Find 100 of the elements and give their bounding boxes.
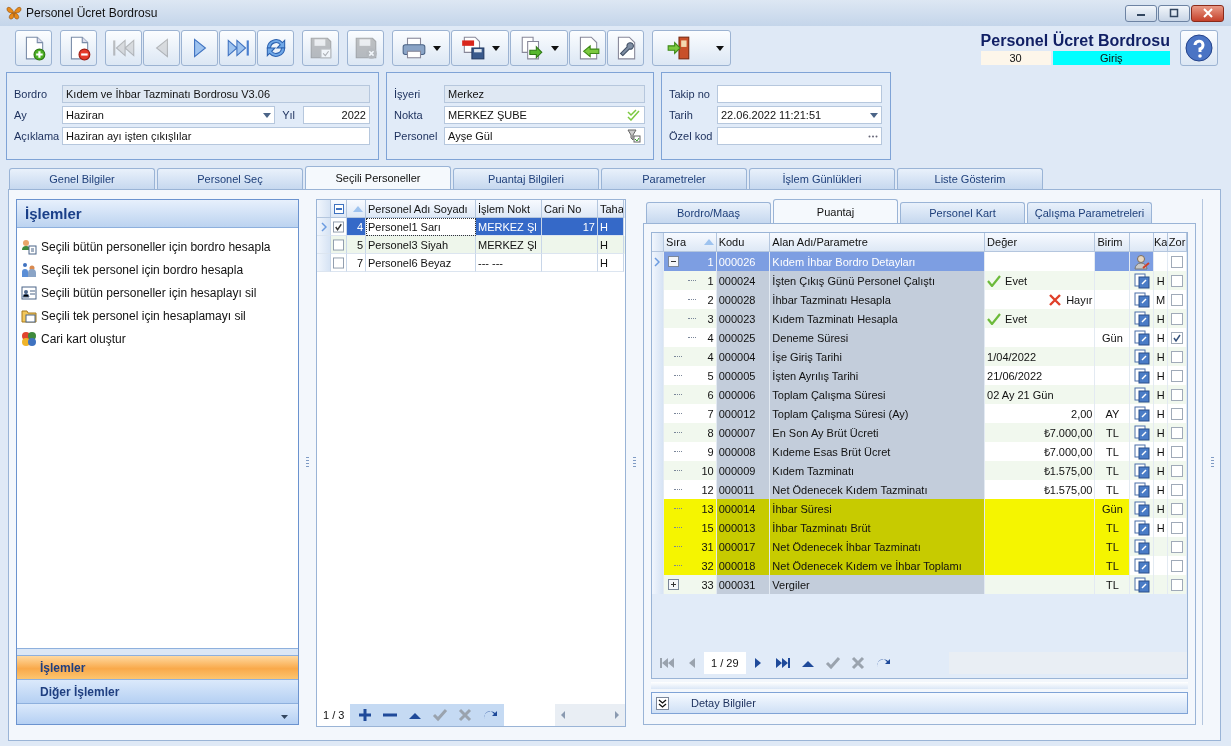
document-link-icon[interactable]: [1133, 348, 1150, 365]
tab[interactable]: Bordro/Maaş: [646, 202, 771, 223]
checkbox[interactable]: [1171, 483, 1184, 496]
checkbox[interactable]: [1171, 578, 1184, 591]
tab[interactable]: Personel Kart: [900, 202, 1025, 223]
tab[interactable]: Genel Bilgiler: [9, 168, 155, 189]
dropdown-field[interactable]: Haziran: [62, 106, 276, 124]
checkbox[interactable]: [1171, 331, 1184, 344]
tab[interactable]: Puantaj: [773, 199, 898, 223]
tab[interactable]: Parametreler: [601, 168, 747, 189]
horizontal-scrollbar[interactable]: [949, 652, 1187, 674]
expand-toggle[interactable]: [667, 256, 679, 267]
splitter-handle[interactable]: [306, 457, 309, 467]
maximize-button[interactable]: [1158, 4, 1190, 22]
checkbox[interactable]: [1171, 369, 1184, 382]
lookup-field[interactable]: MERKEZ ŞUBE: [444, 106, 645, 124]
import-button[interactable]: [569, 30, 606, 66]
splitter-handle[interactable]: [1211, 457, 1214, 467]
tab[interactable]: Çalışma Parametreleri: [1027, 202, 1152, 223]
checkbox[interactable]: [1171, 426, 1184, 439]
splitter-handle[interactable]: [651, 682, 1188, 689]
table-row[interactable]: 31 000017 Net Ödenecek İhbar Tazminatı TL: [652, 537, 1187, 556]
nav-group-button[interactable]: İşlemler: [17, 655, 298, 679]
document-link-icon[interactable]: [1133, 538, 1150, 555]
document-link-icon[interactable]: [1133, 462, 1150, 479]
column-header[interactable]: Personel Adı Soyadı: [366, 200, 476, 218]
nav-group-button[interactable]: Diğer İşlemler: [17, 679, 298, 703]
overflow-button[interactable]: [17, 703, 298, 724]
checkbox[interactable]: [1171, 350, 1184, 363]
last-record-button[interactable]: [219, 30, 256, 66]
table-row[interactable]: 13 000014 İhbar Süresi Gün H: [652, 499, 1187, 518]
table-row[interactable]: 32 000018 Net Ödenecek Kıdem ve İhbar Toplamı TL: [652, 556, 1187, 575]
checkbox[interactable]: [1171, 502, 1184, 515]
table-row[interactable]: 5 000005 İşten Ayrılış Tarihi 21/06/2022 H: [652, 366, 1187, 385]
document-link-icon[interactable]: [1133, 310, 1150, 327]
checkbox[interactable]: [1171, 255, 1184, 268]
checkbox[interactable]: [1171, 445, 1184, 458]
checkbox[interactable]: [1171, 540, 1184, 553]
collapsed-panel-bar[interactable]: Detay Bilgiler: [651, 692, 1188, 714]
input-field[interactable]: Haziran ayı işten çıkışlılar: [62, 127, 370, 145]
help-button[interactable]: [1180, 30, 1218, 66]
table-row[interactable]: 33 000031 Vergiler TL: [652, 575, 1187, 594]
checkbox[interactable]: [1171, 312, 1184, 325]
horizontal-scrollbar[interactable]: [555, 704, 625, 726]
checkbox[interactable]: [1171, 388, 1184, 401]
checkbox[interactable]: [333, 238, 344, 251]
new-button[interactable]: [15, 30, 52, 66]
table-row[interactable]: 8 000007 En Son Ay Brüt Ücreti ₺7.000,00 TL H: [652, 423, 1187, 442]
checkbox[interactable]: [333, 256, 344, 269]
document-link-icon[interactable]: [1133, 386, 1150, 403]
document-link-icon[interactable]: [1133, 291, 1150, 308]
ellipsis-field[interactable]: [717, 127, 882, 145]
tab[interactable]: Puantaj Bilgileri: [453, 168, 599, 189]
export-button[interactable]: [510, 30, 568, 66]
readonly-field[interactable]: Merkez: [444, 85, 645, 103]
table-row[interactable]: 2 000028 İhbar Tazminatı Hesapla Hayır M: [652, 290, 1187, 309]
document-link-icon[interactable]: [1133, 367, 1150, 384]
minimize-button[interactable]: [1125, 4, 1157, 22]
table-row[interactable]: 15 000013 İhbar Tazminatı Brüt TL H: [652, 518, 1187, 537]
table-row[interactable]: 3 000023 Kıdem Tazminatı Hesapla Evet H: [652, 309, 1187, 328]
document-link-icon[interactable]: [1133, 500, 1150, 517]
document-link-icon[interactable]: [1133, 519, 1150, 536]
table-row[interactable]: 6 000006 Toplam Çalışma Süresi 02 Ay 21 Gün H: [652, 385, 1187, 404]
readonly-field[interactable]: Kıdem ve İhbar Tazminatı Bordrosu V3.06: [62, 85, 370, 103]
table-row[interactable]: 5 Personel3 Siyah MERKEZ Şl H: [317, 236, 625, 254]
table-row[interactable]: 7 000012 Toplam Çalışma Süresi (Ay) 2,00 AY H: [652, 404, 1187, 423]
action-link[interactable]: Seçili tek personel için bordro hesapla: [21, 261, 298, 279]
row-header[interactable]: [317, 254, 331, 272]
tab[interactable]: Personel Seç: [157, 168, 303, 189]
document-link-icon[interactable]: [1133, 272, 1150, 289]
checkbox[interactable]: [333, 220, 344, 233]
lookup-field[interactable]: Ayşe Gül: [444, 127, 645, 145]
checkbox[interactable]: [1171, 407, 1184, 420]
action-link[interactable]: Cari kart oluştur: [21, 330, 298, 348]
tab[interactable]: Liste Gösterim: [897, 168, 1043, 189]
document-link-icon[interactable]: [1133, 424, 1150, 441]
document-link-icon[interactable]: [1133, 576, 1150, 593]
expand-toggle[interactable]: [667, 579, 679, 590]
checkbox[interactable]: [1171, 559, 1184, 572]
dropdown-field[interactable]: 22.06.2022 11:21:51: [717, 106, 882, 124]
splitter-handle[interactable]: [633, 457, 636, 467]
document-link-icon[interactable]: [1133, 405, 1150, 422]
settings-button[interactable]: [607, 30, 644, 66]
delete-button[interactable]: [60, 30, 97, 66]
table-row[interactable]: 9 000008 Kıdeme Esas Brüt Ücret ₺7.000,00 TL H: [652, 442, 1187, 461]
checkbox[interactable]: [1171, 521, 1184, 534]
table-row[interactable]: 4 000025 Deneme Süresi Gün H: [652, 328, 1187, 347]
checkbox[interactable]: [1171, 274, 1184, 287]
next-button[interactable]: [181, 30, 218, 66]
checkbox[interactable]: [1171, 464, 1184, 477]
document-link-icon[interactable]: [1133, 557, 1150, 574]
tab[interactable]: Seçili Personeller: [305, 166, 451, 189]
action-link[interactable]: Seçili bütün personeller için bordro hesapla: [21, 238, 298, 256]
print-button[interactable]: [392, 30, 450, 66]
user-edit-icon[interactable]: [1133, 253, 1150, 270]
input-field[interactable]: [717, 85, 882, 103]
table-row[interactable]: 4 000004 İşe Giriş Tarihi 1/04/2022 H: [652, 347, 1187, 366]
table-row[interactable]: 4 Personel1 Sarı MERKEZ Şl 17 H: [317, 218, 625, 236]
number-field[interactable]: 2022: [303, 106, 370, 124]
document-link-icon[interactable]: [1133, 329, 1150, 346]
